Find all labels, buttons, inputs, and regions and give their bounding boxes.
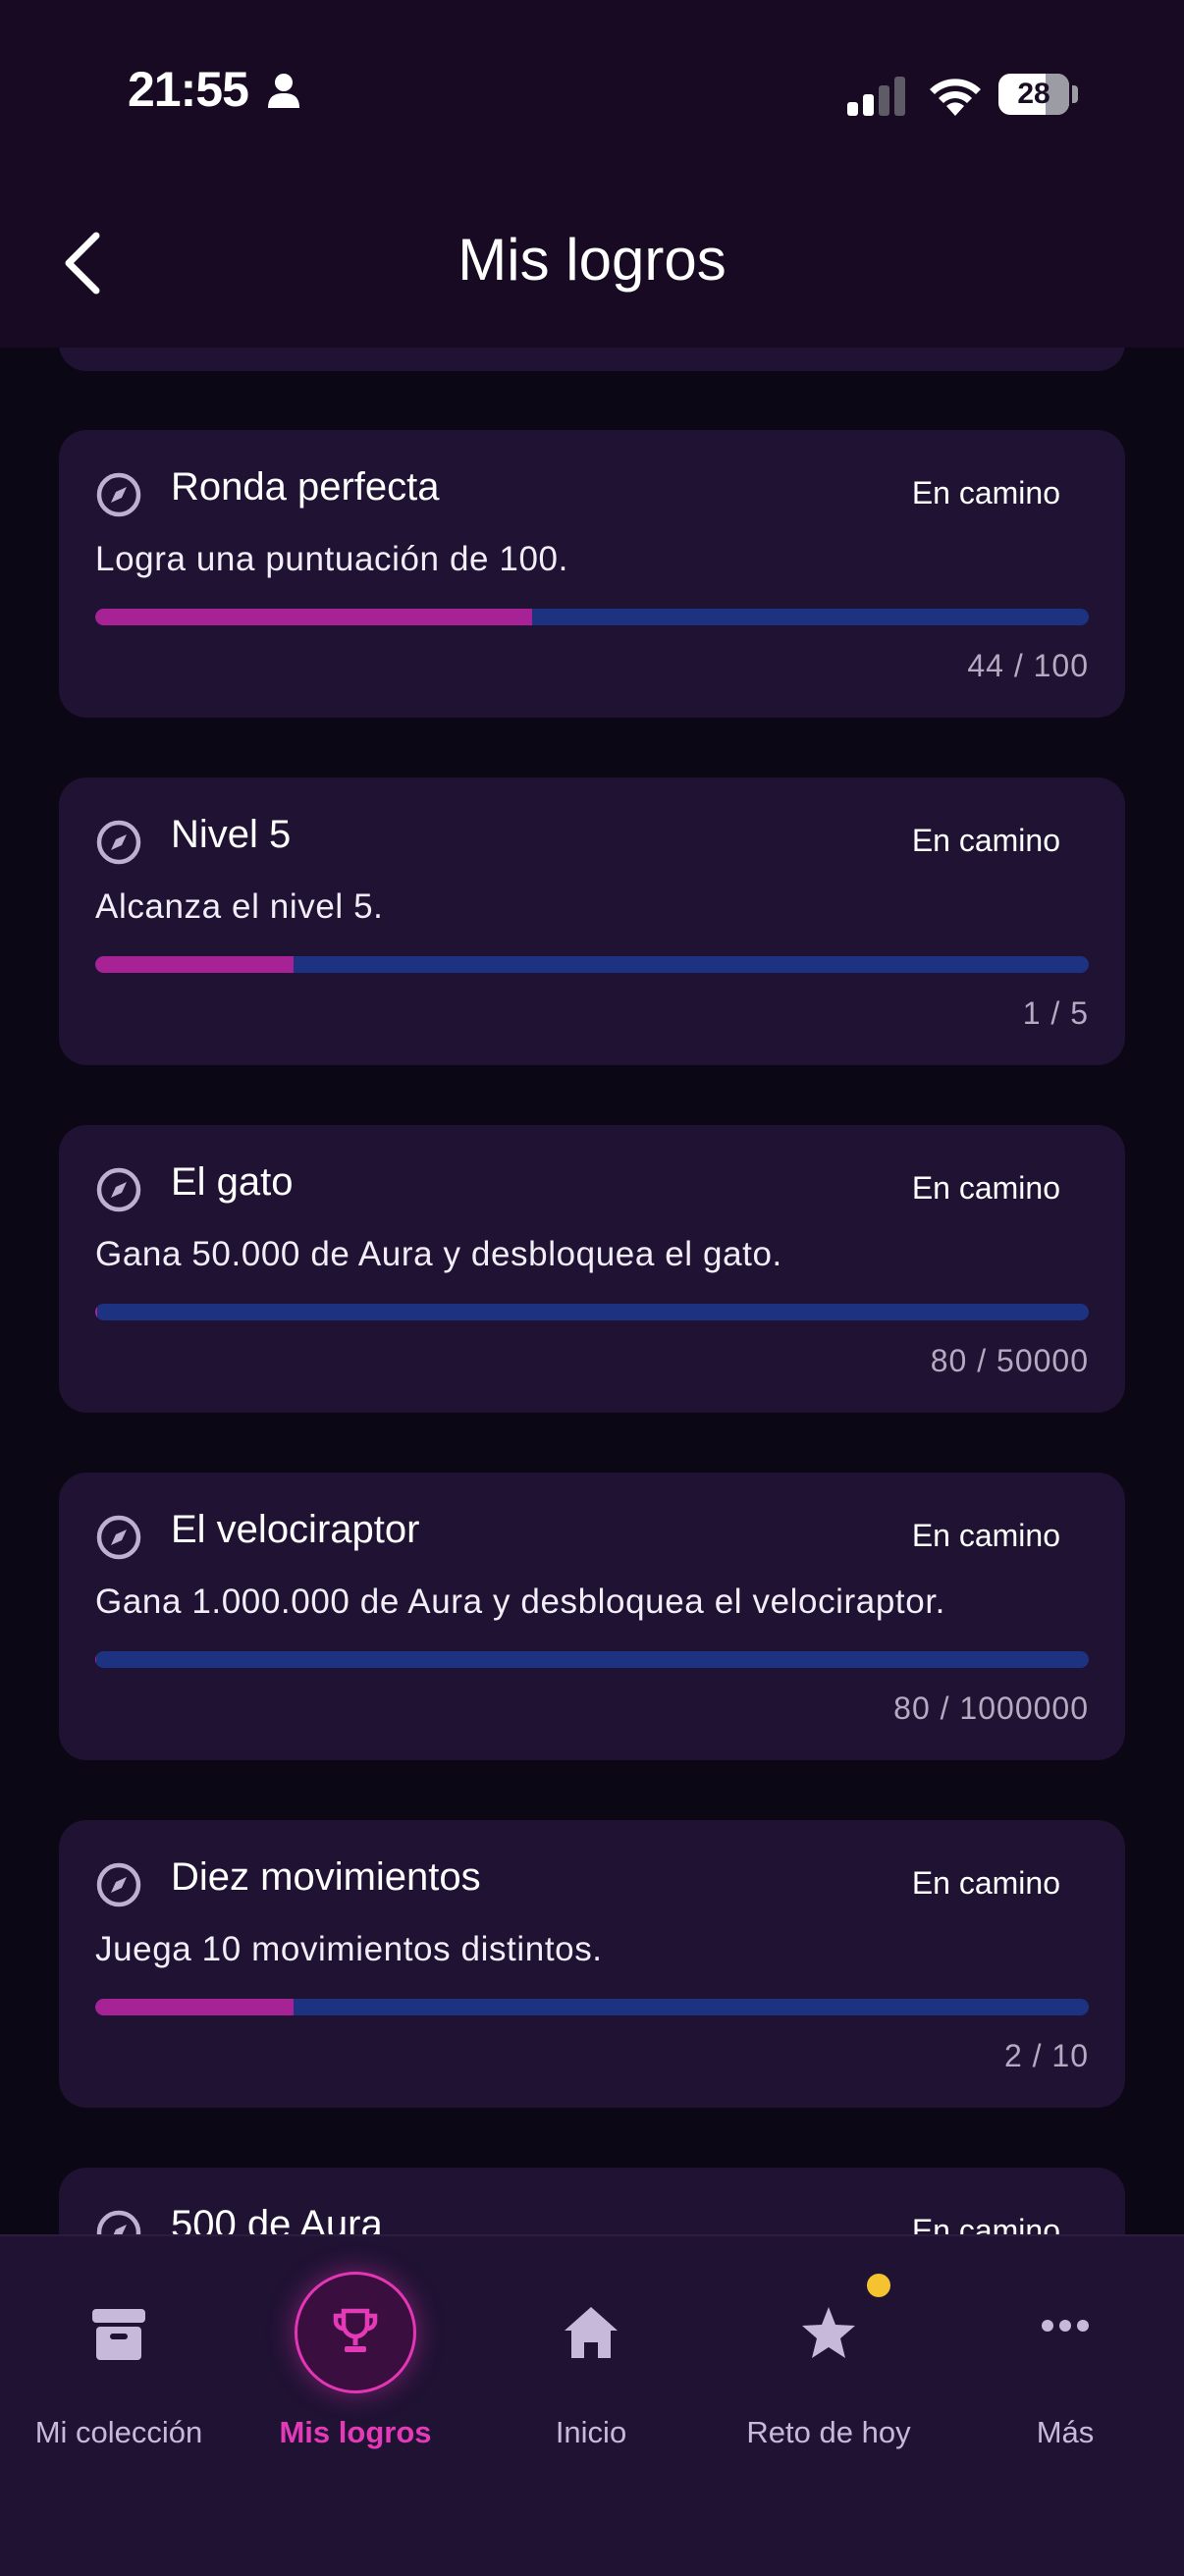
- compass-icon: [95, 1514, 142, 1561]
- achievement-title: Diez movimientos: [171, 1855, 481, 1900]
- progress-bar: [95, 1999, 1089, 2015]
- achievement-card[interactable]: El velociraptor En camino Gana 1.000.000 d…: [59, 1473, 1125, 1760]
- notification-badge: [867, 2274, 890, 2297]
- achievement-title: Nivel 5: [171, 813, 291, 857]
- achievement-status: En camino: [912, 1170, 1060, 1207]
- nav-item-inicio[interactable]: Inicio: [473, 2236, 709, 2462]
- achievement-description: Logra una puntuación de 100.: [95, 540, 568, 579]
- nav-item-coleccion[interactable]: Mi colección: [1, 2236, 237, 2462]
- achievement-title: Ronda perfecta: [171, 465, 440, 510]
- progress-fill: [95, 609, 532, 625]
- achievement-card[interactable]: El gato En camino Gana 50.000 de Aura y de…: [59, 1125, 1125, 1413]
- compass-icon: [95, 1166, 142, 1213]
- nav-item-reto[interactable]: Reto de hoy: [711, 2236, 946, 2462]
- star-icon: [800, 2305, 857, 2360]
- progress-count: 80 / 1000000: [893, 1690, 1089, 1727]
- achievement-status: En camino: [912, 2213, 1060, 2234]
- nav-item-logros[interactable]: Mis logros: [238, 2236, 473, 2462]
- achievement-card[interactable]: Diez movimientos En camino Juega 10 movimi…: [59, 1820, 1125, 2108]
- achievement-title: 500 de Aura: [171, 2203, 383, 2234]
- achievement-title: El velociraptor: [171, 1508, 419, 1552]
- cellular-signal-icon: [847, 77, 908, 116]
- progress-bar: [95, 956, 1089, 973]
- achievement-card[interactable]: Nivel 5 En camino Alcanza el nivel 5. 1 / 5: [59, 778, 1125, 1065]
- achievement-status: En camino: [912, 823, 1060, 859]
- progress-fill: [95, 1999, 294, 2015]
- battery-icon: 28: [998, 74, 1069, 115]
- progress-fill: [95, 1304, 97, 1320]
- progress-count: 44 / 100: [967, 648, 1089, 684]
- page-title: Mis logros: [0, 226, 1184, 294]
- archive-box-icon: [90, 2305, 147, 2364]
- nav-label: Mis logros: [238, 2415, 473, 2450]
- progress-bar: [95, 1651, 1089, 1668]
- nav-label: Mi colección: [1, 2415, 237, 2450]
- achievement-card[interactable]: Ronda perfecta En camino Logra una puntuac…: [59, 430, 1125, 718]
- nav-item-mas[interactable]: Más: [947, 2236, 1183, 2462]
- bottom-nav: Mi colección Mis logros Inicio Reto de h…: [0, 2234, 1184, 2576]
- battery-tip: [1072, 85, 1078, 103]
- top-bar: 21:55 28 Mis logros: [0, 0, 1184, 348]
- achievement-description: Gana 1.000.000 de Aura y desbloquea el v…: [95, 1583, 945, 1622]
- achievement-card-partial: [59, 348, 1125, 371]
- progress-bar: [95, 1304, 1089, 1320]
- compass-icon: [95, 1861, 142, 1908]
- achievement-description: Gana 50.000 de Aura y desbloquea el gato…: [95, 1235, 782, 1274]
- achievement-card[interactable]: 500 de Aura En camino: [59, 2168, 1125, 2234]
- trophy-icon: [331, 2307, 380, 2356]
- home-icon: [563, 2305, 619, 2360]
- more-dots-icon: [1041, 2319, 1090, 2333]
- progress-bar: [95, 609, 1089, 625]
- achievement-description: Juega 10 movimientos distintos.: [95, 1930, 603, 1969]
- status-time: 21:55: [128, 61, 248, 118]
- achievement-status: En camino: [912, 1865, 1060, 1902]
- nav-label: Inicio: [473, 2415, 709, 2450]
- battery-level: 28: [1017, 78, 1049, 110]
- achievement-description: Alcanza el nivel 5.: [95, 887, 384, 927]
- achievements-list[interactable]: Ronda perfecta En camino Logra una puntuac…: [0, 348, 1184, 2234]
- nav-label: Más: [947, 2415, 1183, 2450]
- progress-count: 2 / 10: [1004, 2038, 1089, 2074]
- compass-icon: [95, 2209, 142, 2234]
- achievement-status: En camino: [912, 475, 1060, 511]
- progress-fill: [95, 956, 294, 973]
- achievement-title: El gato: [171, 1160, 294, 1205]
- wifi-icon: [927, 71, 984, 116]
- compass-icon: [95, 471, 142, 518]
- compass-icon: [95, 819, 142, 866]
- person-icon: [267, 73, 300, 108]
- progress-count: 1 / 5: [1023, 995, 1089, 1032]
- progress-count: 80 / 50000: [931, 1343, 1089, 1379]
- achievement-status: En camino: [912, 1518, 1060, 1554]
- nav-label: Reto de hoy: [711, 2415, 946, 2450]
